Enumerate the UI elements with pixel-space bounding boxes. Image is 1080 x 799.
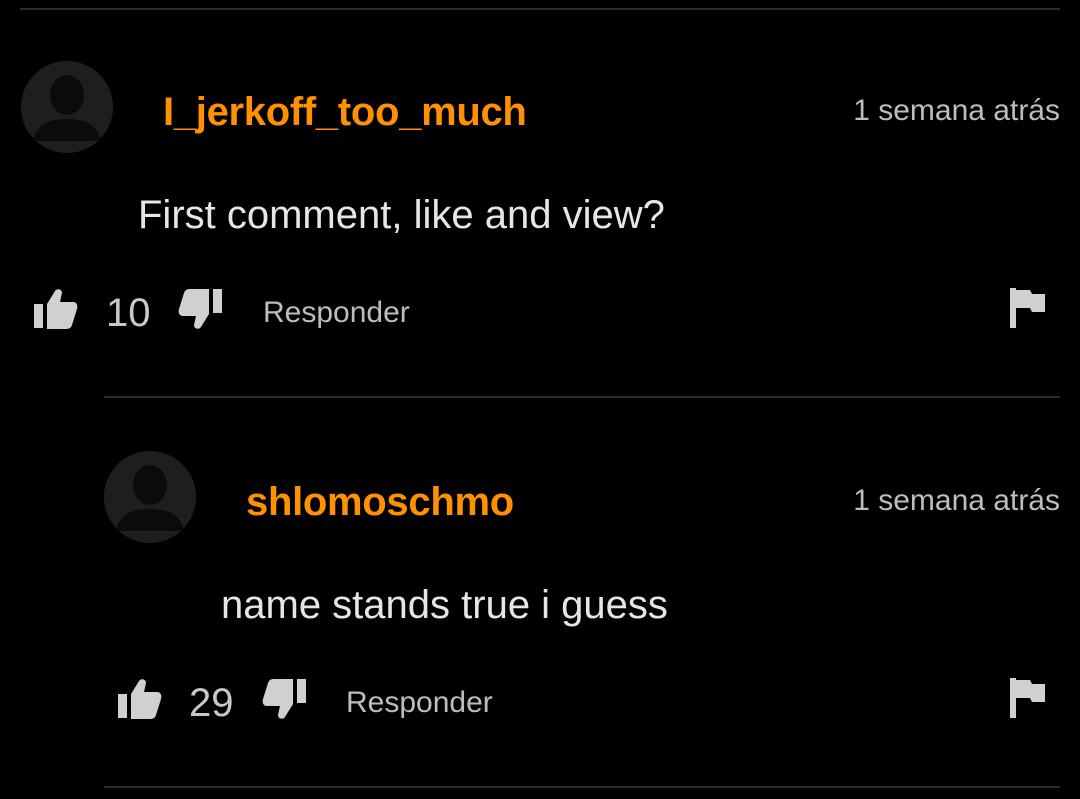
- thumbs-up-icon[interactable]: [118, 678, 162, 720]
- comment-username[interactable]: shlomoschmo: [246, 480, 514, 525]
- like-count: 29: [189, 681, 234, 725]
- comment-timestamp: 1 semana atrás: [853, 484, 1060, 517]
- user-silhouette-icon: [21, 61, 113, 153]
- avatar[interactable]: [104, 451, 196, 543]
- comment-timestamp: 1 semana atrás: [853, 94, 1060, 127]
- thumbs-down-icon[interactable]: [178, 289, 222, 331]
- comment-actions: 10 Responder: [0, 286, 1080, 336]
- like-count: 10: [106, 291, 151, 335]
- reply-link[interactable]: Responder: [346, 686, 493, 720]
- top-divider: [20, 8, 1060, 10]
- comment-text: name stands true i guess: [221, 583, 668, 627]
- comment-divider: [104, 396, 1060, 398]
- comment-text: First comment, like and view?: [138, 193, 665, 237]
- comment-actions: 29 Responder: [0, 676, 1080, 726]
- thumbs-down-icon[interactable]: [262, 679, 306, 721]
- avatar[interactable]: [21, 61, 113, 153]
- flag-icon[interactable]: [1010, 678, 1046, 718]
- thumbs-up-icon[interactable]: [34, 288, 78, 330]
- comment-username[interactable]: I_jerkoff_too_much: [163, 90, 527, 135]
- reply-link[interactable]: Responder: [263, 296, 410, 330]
- user-silhouette-icon: [104, 451, 196, 543]
- bottom-divider: [104, 786, 1060, 788]
- flag-icon[interactable]: [1010, 288, 1046, 328]
